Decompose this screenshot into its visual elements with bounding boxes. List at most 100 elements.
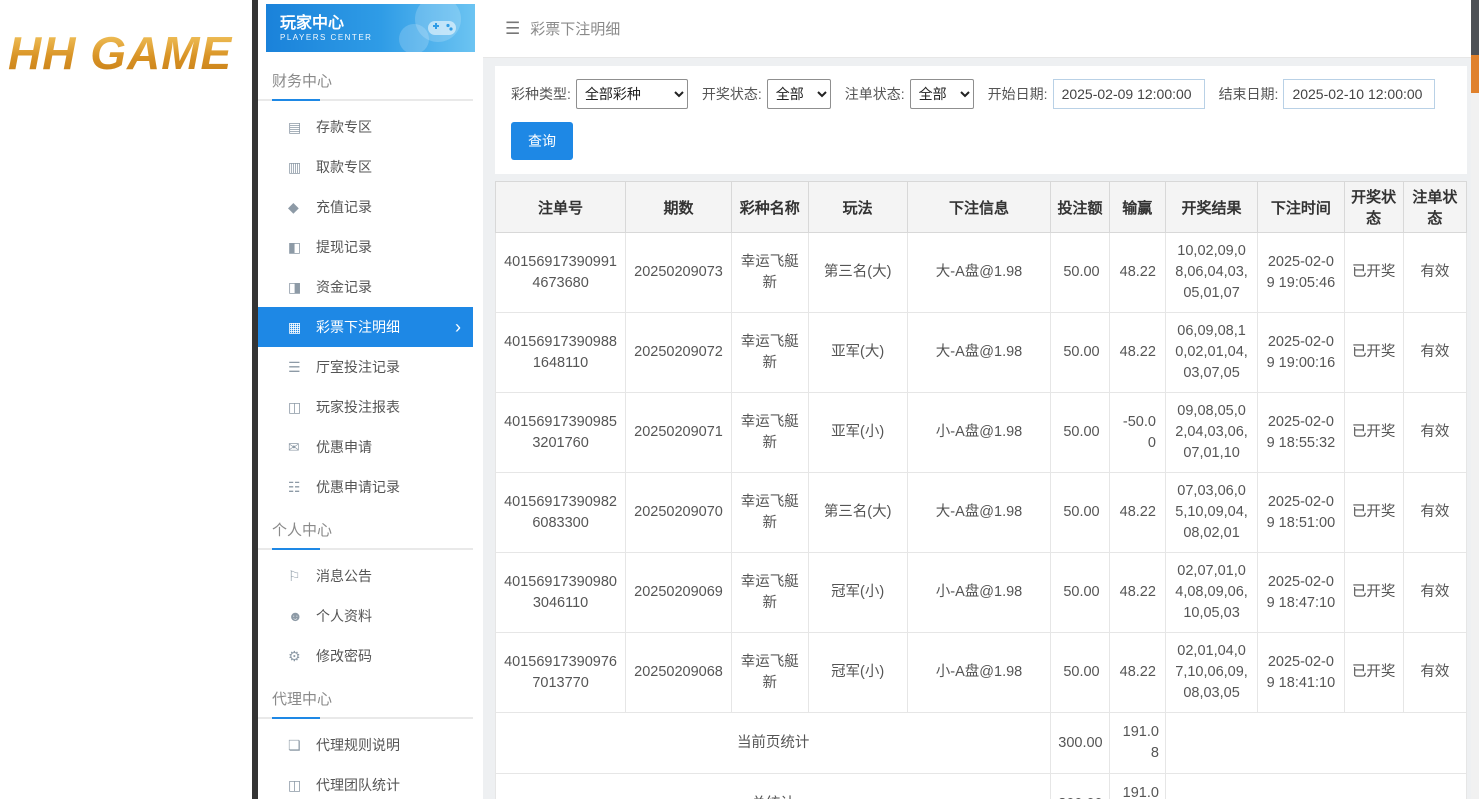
end-date-input[interactable] xyxy=(1283,79,1435,109)
menu-toggle-icon[interactable]: ☰ xyxy=(505,19,520,39)
sidebar-item[interactable]: ◫玩家投注报表 xyxy=(258,387,473,427)
table-cell: 20250209070 xyxy=(626,473,732,553)
column-header: 注单状态 xyxy=(1403,182,1466,233)
promo-record-icon: ☷ xyxy=(288,479,316,496)
table-cell: 冠军(小) xyxy=(808,553,907,633)
sidebar-item[interactable]: ◆充值记录 xyxy=(258,187,473,227)
team-stats-icon: ◫ xyxy=(288,777,316,794)
table-cell: 已开奖 xyxy=(1344,553,1403,633)
logo-pane: HH GAME xyxy=(0,0,252,799)
table-cell: 20250209068 xyxy=(626,633,732,713)
sidebar-item[interactable]: ◧提现记录 xyxy=(258,227,473,267)
sidebar-item-label: 充值记录 xyxy=(316,197,372,217)
scrollbar-track[interactable] xyxy=(1471,0,1479,799)
grand-total-empty xyxy=(1165,774,1466,799)
column-header: 下注信息 xyxy=(907,182,1051,233)
table-cell: 2025-02-09 18:47:10 xyxy=(1258,553,1344,633)
sidebar-item-label: 优惠申请 xyxy=(316,437,372,457)
end-date-label: 结束日期: xyxy=(1219,84,1279,104)
sidebar-item-label: 资金记录 xyxy=(316,277,372,297)
scrollbar-top-segment xyxy=(1471,0,1479,55)
table-cell: 亚军(小) xyxy=(808,393,907,473)
table-cell: 50.00 xyxy=(1051,553,1109,633)
table-cell: 小-A盘@1.98 xyxy=(907,393,1051,473)
table-cell: 已开奖 xyxy=(1344,233,1403,313)
sidebar-item[interactable]: ▥取款专区 xyxy=(258,147,473,187)
table-cell: 2025-02-09 19:00:16 xyxy=(1258,313,1344,393)
draw-status-label: 开奖状态: xyxy=(702,84,762,104)
table-cell: -50.00 xyxy=(1109,393,1165,473)
lottery-type-select[interactable]: 全部彩种 xyxy=(576,79,688,109)
sidebar-item[interactable]: ❏代理规则说明 xyxy=(258,725,473,765)
table-cell: 幸运飞艇新 xyxy=(731,553,808,633)
table-cell: 有效 xyxy=(1403,393,1466,473)
scrollbar-thumb[interactable] xyxy=(1471,55,1479,93)
start-date-input[interactable] xyxy=(1053,79,1205,109)
table-cell: 有效 xyxy=(1403,553,1466,633)
search-button[interactable]: 查询 xyxy=(511,122,573,160)
page-total-label: 当前页统计 xyxy=(496,713,1051,774)
table-cell: 401569173909803046110 xyxy=(496,553,626,633)
funds-record-icon: ◨ xyxy=(288,279,316,296)
sidebar-item-label: 玩家投注报表 xyxy=(316,397,400,417)
players-center-header: 玩家中心 PLAYERS CENTER xyxy=(266,4,475,52)
table-cell: 已开奖 xyxy=(1344,633,1403,713)
table-cell: 幸运飞艇新 xyxy=(731,393,808,473)
table-cell: 401569173909914673680 xyxy=(496,233,626,313)
sidebar-item[interactable]: ✉优惠申请 xyxy=(258,427,473,467)
sidebar-item[interactable]: ☷优惠申请记录 xyxy=(258,467,473,507)
table-cell: 50.00 xyxy=(1051,633,1109,713)
person-icon: ☻ xyxy=(288,608,316,624)
sidebar-item-label: 取款专区 xyxy=(316,157,372,177)
draw-status-select[interactable]: 全部 xyxy=(767,79,831,109)
gamepad-icon xyxy=(427,17,457,39)
grand-total-winloss: 191.08 xyxy=(1109,774,1165,799)
column-header: 期数 xyxy=(626,182,732,233)
table-cell: 2025-02-09 18:55:32 xyxy=(1258,393,1344,473)
table-cell: 亚军(大) xyxy=(808,313,907,393)
grand-total-bet: 300.00 xyxy=(1051,774,1109,799)
table-cell: 20250209069 xyxy=(626,553,732,633)
sidebar-item[interactable]: ▤存款专区 xyxy=(258,107,473,147)
order-status-select[interactable]: 全部 xyxy=(910,79,974,109)
page-total-empty xyxy=(1165,713,1466,774)
table-cell: 2025-02-09 18:51:00 xyxy=(1258,473,1344,553)
filter-row: 彩种类型: 全部彩种 开奖状态: 全部 注单状态: 全部 开始日期: 结束日期: xyxy=(511,79,1451,109)
page-total-bet: 300.00 xyxy=(1051,713,1109,774)
bet-table-card: 注单号期数彩种名称玩法下注信息投注额输赢开奖结果下注时间开奖状态注单状态 401… xyxy=(495,181,1467,799)
brand-logo: HH GAME xyxy=(0,0,252,80)
table-cell: 第三名(大) xyxy=(808,473,907,553)
deposit-icon: ▤ xyxy=(288,119,316,136)
column-header: 下注时间 xyxy=(1258,182,1344,233)
table-cell: 02,01,04,07,10,06,09,08,03,05 xyxy=(1165,633,1257,713)
sidebar-item[interactable]: ⚙修改密码 xyxy=(258,636,473,676)
page-total-winloss: 191.08 xyxy=(1109,713,1165,774)
sidebar-item[interactable]: ☰厅室投注记录 xyxy=(258,347,473,387)
sidebar-item[interactable]: ◨资金记录 xyxy=(258,267,473,307)
bell-icon: ⚐ xyxy=(288,568,316,585)
column-header: 玩法 xyxy=(808,182,907,233)
column-header: 投注额 xyxy=(1051,182,1109,233)
table-cell: 2025-02-09 19:05:46 xyxy=(1258,233,1344,313)
sidebar-item[interactable]: ⚐消息公告 xyxy=(258,556,473,596)
column-header: 输赢 xyxy=(1109,182,1165,233)
column-header: 彩种名称 xyxy=(731,182,808,233)
sidebar-item[interactable]: ▦彩票下注明细› xyxy=(258,307,473,347)
section-title: 财务中心 xyxy=(258,58,473,97)
table-cell: 50.00 xyxy=(1051,473,1109,553)
table-cell: 大-A盘@1.98 xyxy=(907,233,1051,313)
promo-apply-icon: ✉ xyxy=(288,439,316,456)
table-cell: 冠军(小) xyxy=(808,633,907,713)
table-cell: 幸运飞艇新 xyxy=(731,633,808,713)
section-title: 个人中心 xyxy=(258,507,473,546)
topbar: ☰ 彩票下注明细 xyxy=(483,0,1479,58)
sidebar-item[interactable]: ☻个人资料 xyxy=(258,596,473,636)
table-cell: 已开奖 xyxy=(1344,393,1403,473)
sidebar-item-label: 修改密码 xyxy=(316,646,372,666)
table-cell: 2025-02-09 18:41:10 xyxy=(1258,633,1344,713)
sidebar-item[interactable]: ◫代理团队统计 xyxy=(258,765,473,799)
table-row: 40156917390985320176020250209071幸运飞艇新亚军(… xyxy=(496,393,1467,473)
sidebar-item-label: 代理规则说明 xyxy=(316,735,400,755)
section-divider xyxy=(258,717,473,719)
withdraw-icon: ▥ xyxy=(288,159,316,176)
